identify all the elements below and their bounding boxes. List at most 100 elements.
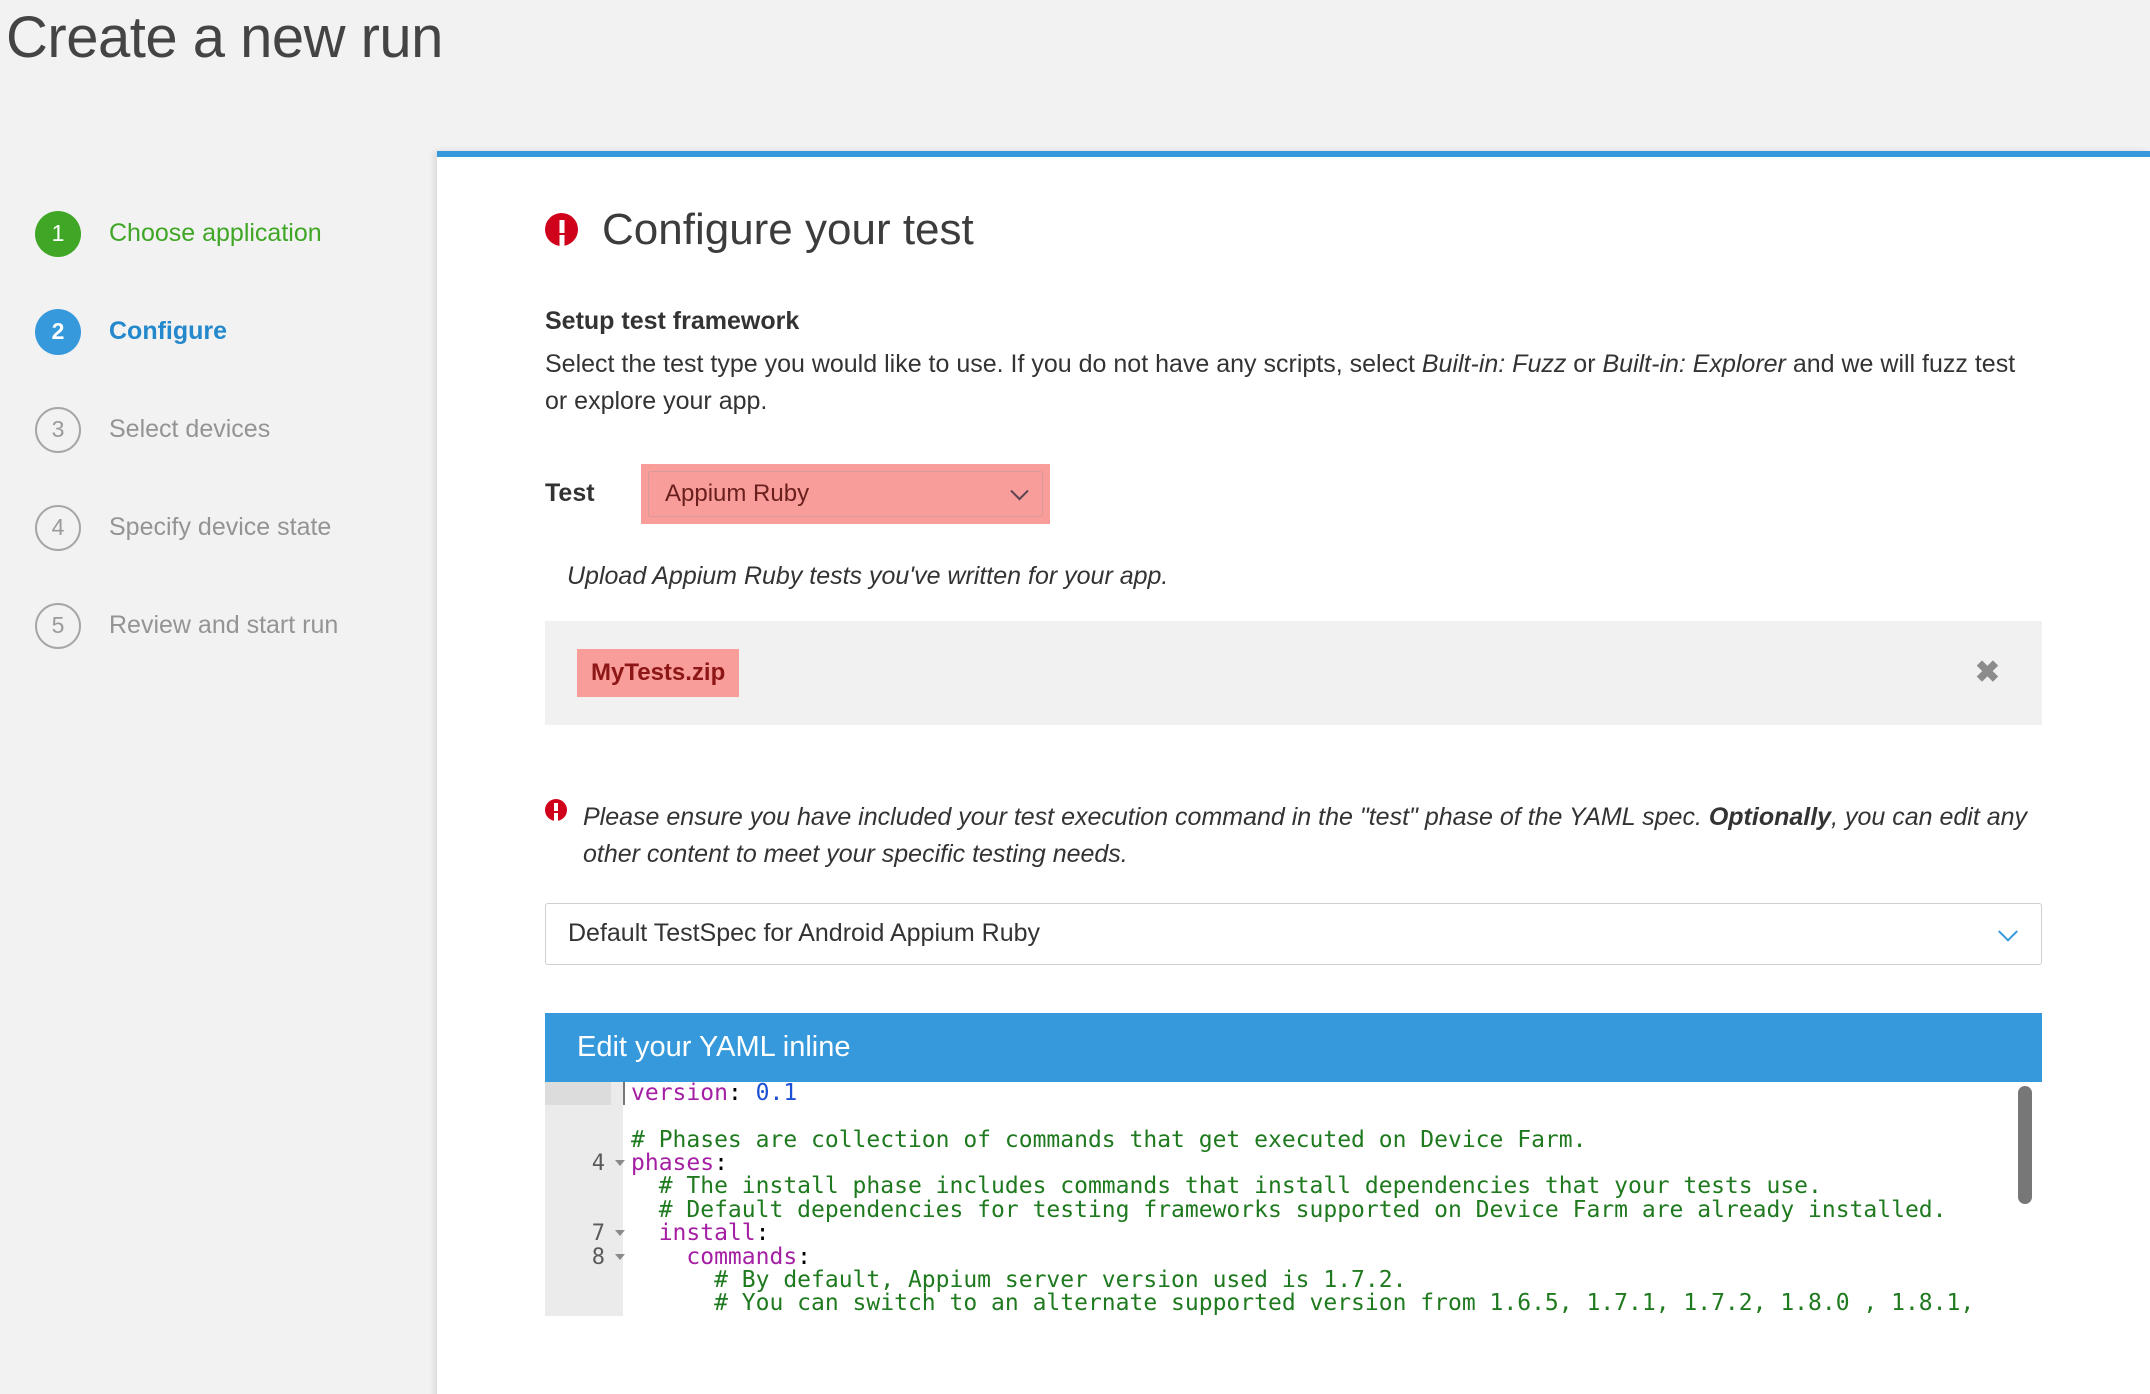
upload-instruction: Upload Appium Ruby tests you've written … <box>567 561 1169 590</box>
sidebar-step-4[interactable]: 4 Specify device state <box>0 479 437 577</box>
code-line[interactable]: 7 install: <box>545 1220 2042 1247</box>
yaml-editor: Edit your YAML inline version: 0.1 # Phas… <box>545 1012 2042 1332</box>
code-token: commands <box>631 1243 798 1270</box>
yaml-editor-header: Edit your YAML inline <box>545 1012 2042 1082</box>
panel-title: Configure your test <box>545 205 2042 255</box>
test-type-select-value: Appium Ruby <box>665 479 810 507</box>
step-badge-2: 2 <box>35 308 81 355</box>
line-number <box>545 1081 611 1106</box>
code-token: # By default, Appium server version used… <box>631 1267 1407 1294</box>
step-label-3: Select devices <box>109 415 271 444</box>
line-number <box>545 1198 611 1223</box>
step-badge-1: 1 <box>35 210 81 257</box>
gutter-spacer <box>611 1292 623 1316</box>
code-line[interactable]: # The install phase includes commands th… <box>545 1175 2042 1199</box>
code-line[interactable]: # Default dependencies for testing frame… <box>545 1196 2042 1223</box>
close-icon[interactable]: ✖ <box>1975 657 2000 688</box>
setup-desc-em2: Built-in: Explorer <box>1602 349 1786 378</box>
line-number: 4 <box>545 1152 625 1175</box>
code-text: # The install phase includes commands th… <box>623 1175 1822 1198</box>
gutter-spacer <box>611 1198 623 1223</box>
code-line[interactable]: # Phases are collection of commands that… <box>545 1126 2042 1153</box>
setup-desc-part2: or <box>1566 349 1603 378</box>
page-layout: 1 Choose application 2 Configure 3 Select dev… <box>0 69 2150 1394</box>
code-line[interactable]: # By default, Appium server version used… <box>545 1267 2042 1294</box>
test-type-select[interactable]: Appium Ruby <box>648 470 1043 517</box>
code-text: commands: <box>623 1243 812 1270</box>
yaml-editor-scrollbar[interactable] <box>2018 1085 2032 1204</box>
code-token: # The install phase includes commands th… <box>631 1173 1822 1200</box>
step-label-5: Review and start run <box>109 611 339 640</box>
yaml-warning-part1: Please ensure you have included your tes… <box>583 802 1709 831</box>
code-token: : <box>714 1150 728 1177</box>
uploaded-file-box: MyTests.zip ✖ <box>545 620 2042 725</box>
gutter-spacer <box>611 1081 623 1106</box>
sidebar-step-1[interactable]: 1 Choose application <box>0 185 437 283</box>
chevron-down-icon <box>1010 481 1029 501</box>
fold-arrow-icon[interactable] <box>615 1160 625 1167</box>
test-field-label: Test <box>545 479 595 508</box>
code-text: phases: <box>623 1150 728 1177</box>
setup-heading: Setup test framework <box>545 306 800 335</box>
line-number <box>545 1269 611 1293</box>
code-token: # You can switch to an alternate support… <box>631 1290 1975 1317</box>
code-text: install: <box>623 1220 770 1247</box>
yaml-warning-bold: Optionally <box>1708 802 1832 831</box>
test-select-highlight: Appium Ruby <box>641 463 1050 524</box>
gutter-spacer <box>611 1128 623 1153</box>
line-number <box>545 1128 611 1153</box>
page-title: Create a new run <box>6 5 443 70</box>
alert-circle-icon <box>545 798 567 821</box>
code-text: # Phases are collection of commands that… <box>623 1126 1587 1153</box>
code-line[interactable]: version: 0.1 <box>545 1081 2042 1106</box>
code-line[interactable]: 8 commands: <box>545 1243 2042 1270</box>
code-token: # Phases are collection of commands that… <box>631 1126 1587 1153</box>
line-number <box>545 1105 611 1129</box>
sidebar-step-3[interactable]: 3 Select devices <box>0 381 437 479</box>
code-token: : <box>797 1243 812 1270</box>
line-number: 8 <box>545 1245 625 1269</box>
step-badge-4: 4 <box>35 504 81 551</box>
code-token: 0.1 <box>755 1081 798 1106</box>
fold-arrow-icon[interactable] <box>615 1253 625 1260</box>
line-number <box>545 1292 611 1316</box>
test-type-row: Test Appium Ruby <box>545 463 2042 524</box>
yaml-warning: Please ensure you have included your tes… <box>545 798 2042 873</box>
code-token: install <box>631 1220 756 1247</box>
step-label-1: Choose application <box>109 219 322 248</box>
step-badge-3: 3 <box>35 406 81 453</box>
step-label-2: Configure <box>109 317 228 346</box>
gutter-spacer <box>611 1105 623 1129</box>
setup-desc-em1: Built-in: Fuzz <box>1421 349 1567 378</box>
wizard-steps-sidebar: 1 Choose application 2 Configure 3 Select dev… <box>0 69 437 675</box>
line-number <box>545 1175 611 1199</box>
code-token: : <box>755 1220 770 1247</box>
yaml-code-lines[interactable]: version: 0.1 # Phases are collection of c… <box>545 1081 2042 1316</box>
code-line[interactable]: # You can switch to an alternate support… <box>545 1292 2042 1316</box>
code-text: # You can switch to an alternate support… <box>623 1292 1974 1315</box>
chevron-down-icon <box>1998 921 2018 942</box>
code-text: # By default, Appium server version used… <box>623 1267 1407 1294</box>
yaml-warning-text: Please ensure you have included your tes… <box>583 799 2042 873</box>
sidebar-step-2[interactable]: 2 Configure <box>0 283 437 381</box>
code-token: version <box>631 1081 728 1106</box>
code-token: # Default dependencies for testing frame… <box>631 1196 1947 1223</box>
setup-description: Select the test type you would like to u… <box>545 346 2042 420</box>
code-text: version: 0.1 <box>623 1081 798 1106</box>
gutter-spacer <box>611 1175 623 1199</box>
sidebar-step-5[interactable]: 5 Review and start run <box>0 577 437 675</box>
uploaded-file-name[interactable]: MyTests.zip <box>577 648 740 697</box>
code-token: phases <box>631 1150 715 1177</box>
panel-title-text: Configure your test <box>602 204 974 254</box>
testspec-select[interactable]: Default TestSpec for Android Appium Ruby <box>545 902 2042 965</box>
code-line[interactable] <box>545 1105 2042 1129</box>
code-line[interactable]: 4 phases: <box>545 1150 2042 1177</box>
testspec-select-value: Default TestSpec for Android Appium Ruby <box>568 919 1041 948</box>
setup-desc-part1: Select the test type you would like to u… <box>545 349 1422 378</box>
code-text: # Default dependencies for testing frame… <box>623 1196 1947 1223</box>
yaml-editor-body[interactable]: version: 0.1 # Phases are collection of c… <box>545 1081 2042 1332</box>
code-token: : <box>727 1081 756 1106</box>
configure-panel: Configure your test Setup test framework… <box>437 150 2150 1394</box>
line-number: 7 <box>545 1222 625 1246</box>
fold-arrow-icon[interactable] <box>615 1230 625 1237</box>
